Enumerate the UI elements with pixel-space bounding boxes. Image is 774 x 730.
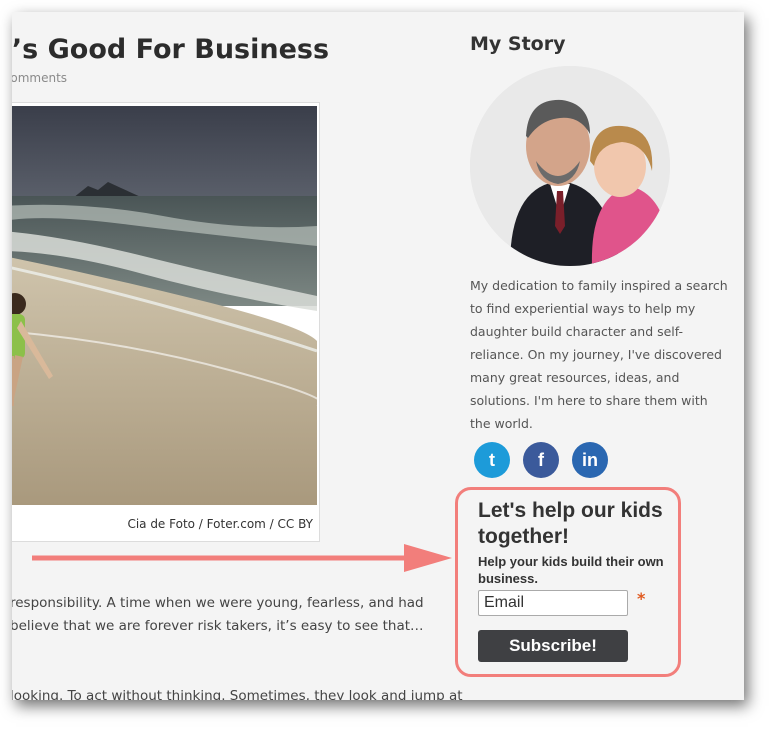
post-comments-link[interactable]: Comments (12, 71, 67, 85)
avatar (470, 66, 670, 266)
linkedin-icon: in (582, 450, 598, 470)
optin-heading: Let's help our kids together! (478, 499, 663, 548)
post-title[interactable]: t’s Good For Business (12, 34, 329, 65)
sidebar-bio: My dedication to family inspired a searc… (470, 278, 728, 431)
post-excerpt: responsibility. A time when we were youn… (12, 592, 430, 638)
excerpt-line: responsibility. A time when we were youn… (12, 595, 424, 611)
optin-subheading: Help your kids build their own business. (478, 554, 664, 586)
linkedin-button[interactable]: in (572, 442, 608, 478)
optin-form: Let's help our kids together! Help your … (455, 487, 681, 677)
required-asterisk: * (637, 589, 646, 608)
arrow-right-icon (32, 544, 452, 572)
photo-credit[interactable]: Cia de Foto / Foter.com / CC BY (127, 517, 313, 531)
featured-photo[interactable] (12, 106, 317, 505)
twitter-icon: t (489, 450, 495, 470)
facebook-icon: f (538, 450, 544, 470)
excerpt-line: believe that we are forever risk takers,… (12, 618, 424, 634)
email-field[interactable] (478, 590, 628, 616)
page-window: t’s Good For Business Comments (12, 12, 744, 700)
excerpt-partial-line: looking. To act without thinking. Someti… (12, 688, 463, 700)
twitter-button[interactable]: t (474, 442, 510, 478)
featured-image-card: Cia de Foto / Foter.com / CC BY (12, 102, 320, 542)
facebook-button[interactable]: f (523, 442, 559, 478)
sidebar-title: My Story (470, 33, 566, 55)
subscribe-button[interactable]: Subscribe! (478, 630, 628, 662)
